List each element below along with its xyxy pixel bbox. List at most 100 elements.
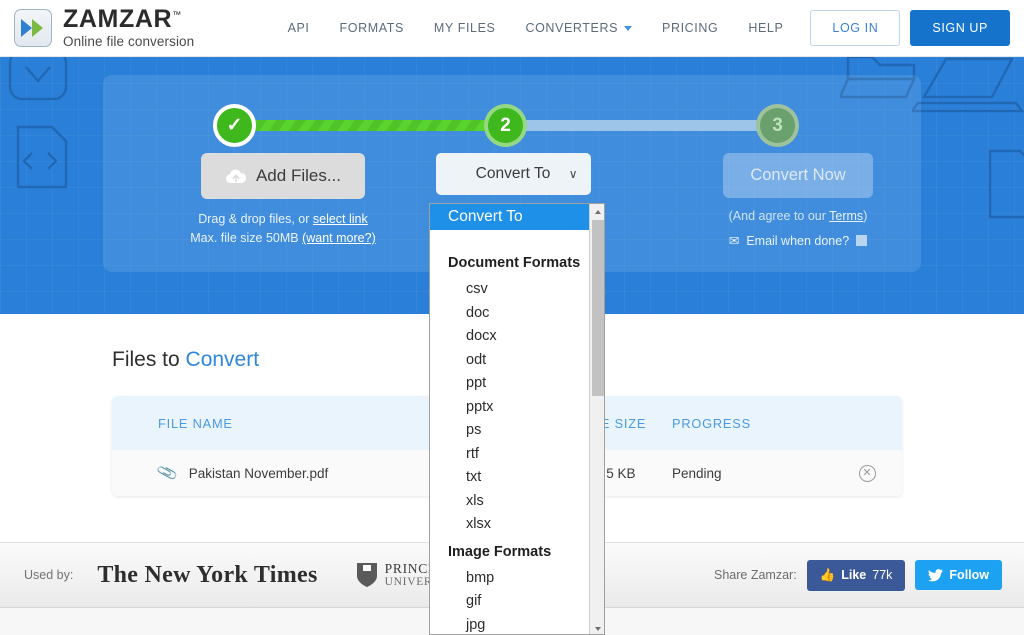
logo-title: ZAMZAR [63, 5, 172, 33]
step-2-active[interactable]: 2 [484, 104, 527, 147]
dropdown-option-bmp[interactable]: bmp [430, 567, 590, 591]
twitter-bird-icon [928, 569, 943, 582]
princeton-shield-icon [356, 562, 378, 588]
dropdown-scrollbar-thumb[interactable] [592, 220, 604, 396]
nav-converters[interactable]: CONVERTERS [510, 21, 647, 35]
site-header: ZAMZAR™ Online file conversion API FORMA… [0, 0, 1024, 57]
envelope-icon: ✉ [729, 233, 739, 248]
col-header-progress: PROGRESS [672, 416, 832, 431]
main-nav: API FORMATS MY FILES CONVERTERS PRICING … [273, 10, 1010, 46]
step-3-pending[interactable]: 3 [756, 104, 799, 147]
doodle-page-icon [980, 145, 1024, 225]
share-group: Share Zamzar: 👍 Like 77k Follow [714, 560, 1002, 591]
dropdown-option-ppt[interactable]: ppt [430, 372, 590, 396]
nav-converters-label: CONVERTERS [525, 21, 618, 35]
convert-now-button[interactable]: Convert Now [723, 153, 872, 198]
dropdown-option-xls[interactable]: xls [430, 490, 590, 514]
page-title-accent: Convert [186, 348, 260, 371]
site-logo[interactable]: ZAMZAR™ Online file conversion [14, 7, 194, 49]
nav-my-files[interactable]: MY FILES [419, 21, 511, 35]
chevron-down-icon [624, 26, 632, 31]
terms-prefix: (And agree to our [729, 209, 830, 223]
brand-new-york-times: The New York Times [97, 562, 317, 589]
facebook-like-label: Like [841, 568, 866, 582]
convert-to-select[interactable]: Convert To ∨ [436, 153, 591, 195]
thumbs-up-icon: 👍 [820, 568, 836, 583]
terms-note: (And agree to our Terms) [673, 209, 923, 223]
dropdown-option-pptx[interactable]: pptx [430, 396, 590, 420]
want-more-link[interactable]: (want more?) [302, 231, 376, 245]
logo-subtitle: Online file conversion [63, 35, 194, 49]
share-label: Share Zamzar: [714, 568, 797, 582]
terms-suffix: ) [863, 209, 867, 223]
dropdown-option-xlsx[interactable]: xlsx [430, 513, 590, 537]
scroll-down-arrow-icon[interactable] [590, 621, 605, 635]
nav-my-files-label: MY FILES [434, 21, 496, 35]
dropdown-group-image-formats: Image Formats [430, 537, 590, 567]
nav-pricing[interactable]: PRICING [647, 21, 733, 35]
dropdown-group-document-formats: Document Formats [430, 248, 590, 278]
cell-progress: Pending [672, 466, 832, 481]
dropdown-option-gif[interactable]: gif [430, 590, 590, 614]
hero-col-add-files: Add Files... Drag & drop files, or selec… [158, 153, 408, 248]
convert-to-value: Convert To [476, 165, 551, 183]
twitter-follow-button[interactable]: Follow [915, 560, 1002, 590]
file-size-text: Max. file size 50MB [190, 231, 302, 245]
terms-link[interactable]: Terms [829, 209, 863, 223]
doodle-laptop-icon [912, 57, 1024, 131]
page-root: ZAMZAR™ Online file conversion API FORMA… [0, 0, 1024, 635]
hero-col-convert-to: Convert To ∨ [388, 153, 638, 195]
nav-api[interactable]: API [273, 21, 325, 35]
dropdown-option-csv[interactable]: csv [430, 278, 590, 302]
email-when-done-label: Email when done? [746, 234, 849, 248]
nav-help-label: HELP [748, 21, 783, 35]
nav-formats-label: FORMATS [340, 21, 404, 35]
page-title: Files to Convert [112, 348, 259, 372]
dropdown-option-jpg[interactable]: jpg [430, 614, 590, 635]
page-title-plain: Files to [112, 348, 186, 371]
drag-drop-text: Drag & drop files, or [198, 212, 313, 226]
twitter-follow-label: Follow [949, 568, 989, 582]
dropdown-option-ps[interactable]: ps [430, 419, 590, 443]
logo-text: ZAMZAR™ Online file conversion [63, 7, 194, 49]
login-button[interactable]: LOG IN [810, 10, 900, 46]
scroll-up-arrow-icon[interactable] [590, 204, 605, 219]
dropdown-scrollbar[interactable] [589, 204, 604, 635]
step-track-pending [505, 120, 783, 131]
step-indicator: ✓ 2 3 [103, 101, 921, 151]
cell-actions: ✕ [832, 465, 902, 482]
nav-pricing-label: PRICING [662, 21, 718, 35]
remove-circle-icon[interactable]: ✕ [859, 465, 876, 482]
dropdown-option-txt[interactable]: txt [430, 466, 590, 490]
paperclip-icon: 📎 [155, 461, 179, 484]
add-files-label: Add Files... [256, 166, 341, 186]
add-files-button[interactable]: Add Files... [201, 153, 365, 199]
select-link-link[interactable]: select link [313, 212, 368, 226]
logo-trademark: ™ [172, 10, 182, 20]
dropdown-options-list: Convert To Document Formats csv doc docx… [430, 204, 590, 635]
nav-formats[interactable]: FORMATS [325, 21, 419, 35]
facebook-like-button[interactable]: 👍 Like 77k [807, 560, 906, 591]
dropdown-option-doc[interactable]: doc [430, 302, 590, 326]
signup-button[interactable]: SIGN UP [910, 10, 1010, 46]
doodle-code-document-icon [8, 119, 88, 209]
chevron-down-icon: ∨ [569, 167, 578, 181]
step-track-complete [233, 120, 513, 131]
step-1-complete[interactable]: ✓ [213, 104, 256, 147]
add-files-hint: Drag & drop files, or select link Max. f… [158, 210, 408, 248]
email-when-done-checkbox[interactable] [856, 235, 867, 246]
nav-help[interactable]: HELP [733, 21, 798, 35]
used-by-label: Used by: [24, 568, 73, 582]
convert-to-dropdown[interactable]: Convert To Document Formats csv doc docx… [429, 203, 605, 635]
dropdown-option-odt[interactable]: odt [430, 349, 590, 373]
cloud-upload-icon [225, 168, 247, 185]
email-when-done-row: ✉ Email when done? [673, 233, 923, 248]
dropdown-option-docx[interactable]: docx [430, 325, 590, 349]
nav-api-label: API [288, 21, 310, 35]
dropdown-option-rtf[interactable]: rtf [430, 443, 590, 467]
zamzar-chevrons-icon [14, 9, 52, 47]
file-name-text: Pakistan November.pdf [189, 466, 329, 481]
dropdown-option-selected[interactable]: Convert To [430, 204, 590, 230]
doodle-rounded-square-icon [0, 57, 102, 125]
hero-col-convert-now: Convert Now (And agree to our Terms) ✉ E… [673, 153, 923, 248]
